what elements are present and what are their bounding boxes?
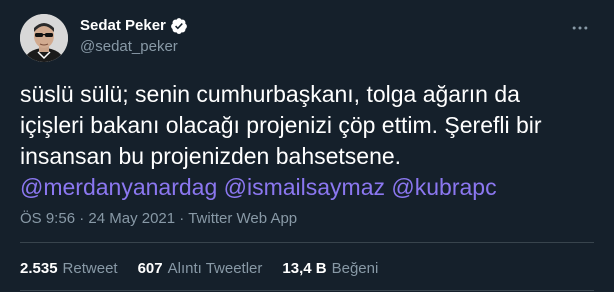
divider: [20, 242, 594, 243]
avatar-image: [20, 14, 68, 62]
tweet-meta: ÖS 9:56 · 24 May 2021 · Twitter Web App: [20, 209, 297, 228]
tweet-time[interactable]: ÖS 9:56: [20, 210, 75, 227]
tweet-text: süslü sülü; senin cumhurbaşkanı, tolga a…: [20, 79, 590, 203]
meta-separator: ·: [179, 210, 185, 227]
tweet-body: süslü sülü; senin cumhurbaşkanı, tolga a…: [20, 81, 542, 169]
mention-link[interactable]: @merdanyanardag: [20, 174, 217, 200]
author-handle[interactable]: @sedat_peker: [80, 37, 178, 56]
verified-badge-icon: [170, 17, 188, 35]
likes-label: Beğeni: [331, 260, 379, 277]
tweet-card: Sedat Peker @sedat_peker süslü sülü; sen…: [0, 0, 614, 292]
quotes-stat[interactable]: 607 Alıntı Tweetler: [138, 259, 263, 278]
meta-separator: ·: [79, 210, 85, 227]
quotes-count: 607: [137, 260, 163, 277]
tweet-stats: 2.535 Retweet 607 Alıntı Tweetler 13,4 B…: [20, 259, 378, 278]
mention-link[interactable]: @kubrapc: [391, 174, 496, 200]
tweet-source[interactable]: Twitter Web App: [188, 210, 297, 227]
author-name[interactable]: Sedat Peker: [80, 16, 188, 35]
likes-stat[interactable]: 13,4 B Beğeni: [282, 259, 378, 278]
retweets-label: Retweet: [62, 260, 118, 277]
quotes-label: Alıntı Tweetler: [167, 260, 263, 277]
divider: [20, 290, 594, 291]
retweets-stat[interactable]: 2.535 Retweet: [20, 259, 118, 278]
mention-link[interactable]: @ismailsaymaz: [224, 174, 385, 200]
more-options-icon[interactable]: [568, 16, 592, 40]
author-name-text[interactable]: Sedat Peker: [80, 16, 166, 35]
likes-count: 13,4 B: [282, 260, 327, 277]
retweets-count: 2.535: [20, 260, 58, 277]
tweet-date[interactable]: 24 May 2021: [88, 210, 175, 227]
avatar[interactable]: [20, 14, 68, 62]
